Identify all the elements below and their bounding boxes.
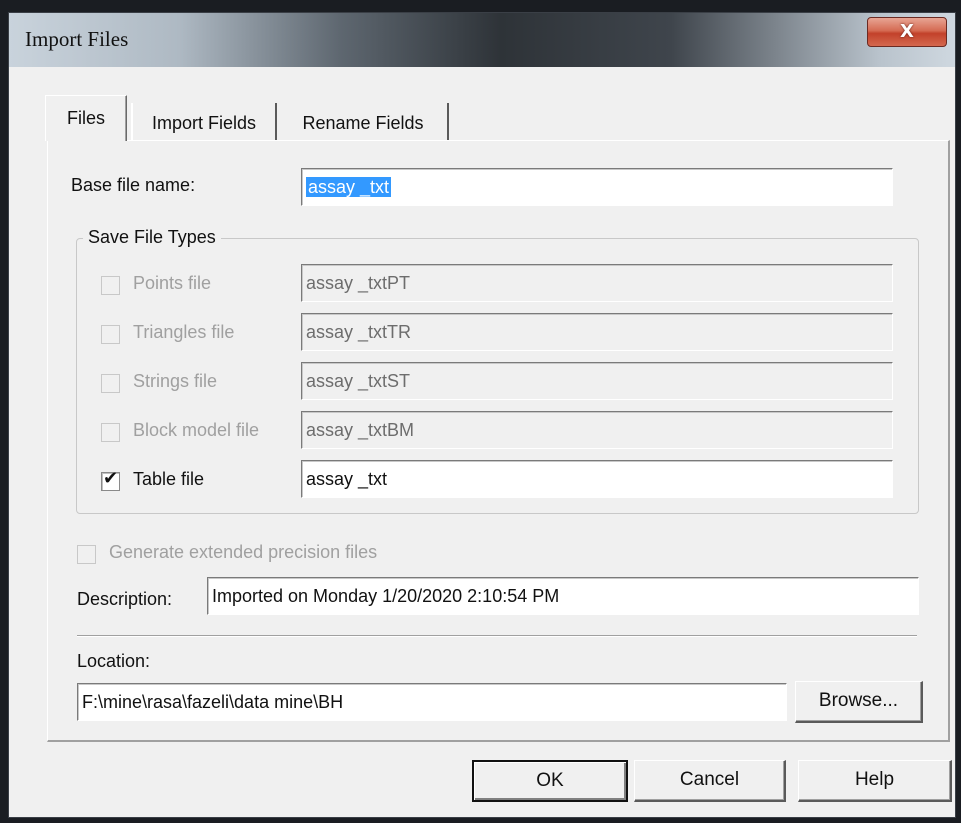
table-file-input[interactable]: assay _txt	[301, 460, 893, 498]
import-files-dialog: Import Files X Files Import Fields Renam…	[8, 12, 956, 818]
description-label: Description:	[77, 589, 173, 609]
extended-precision-checkbox[interactable]	[77, 545, 96, 564]
help-button[interactable]: Help	[798, 760, 952, 802]
strings-file-label: Strings file	[133, 371, 218, 391]
ok-button[interactable]: OK	[472, 760, 628, 802]
extended-precision-label: Generate extended precision files	[109, 542, 378, 562]
separator	[77, 635, 917, 637]
triangles-file-label: Triangles file	[133, 322, 235, 342]
save-file-types-title: Save File Types	[83, 227, 221, 248]
browse-button[interactable]: Browse...	[795, 681, 923, 723]
location-label: Location:	[77, 651, 151, 671]
strings-file-checkbox[interactable]	[101, 374, 120, 393]
points-file-checkbox[interactable]	[101, 276, 120, 295]
base-file-name-input[interactable]: assay _txt	[301, 168, 893, 206]
title-bar[interactable]: Import Files X	[9, 13, 955, 67]
close-button[interactable]: X	[867, 17, 947, 47]
points-file-label: Points file	[133, 273, 212, 293]
triangles-file-input[interactable]: assay _txtTR	[301, 313, 893, 351]
dialog-body: Files Import Fields Rename Fields Base f…	[17, 67, 952, 809]
block-model-file-checkbox[interactable]	[101, 423, 120, 442]
tab-files[interactable]: Files	[45, 95, 127, 141]
points-file-input[interactable]: assay _txtPT	[301, 264, 893, 302]
triangles-file-checkbox[interactable]	[101, 325, 120, 344]
block-model-file-input[interactable]: assay _txtBM	[301, 411, 893, 449]
tab-import-fields[interactable]: Import Fields	[131, 103, 277, 141]
strings-file-input[interactable]: assay _txtST	[301, 362, 893, 400]
table-file-checkbox[interactable]: ✔	[101, 468, 120, 491]
block-model-file-label: Block model file	[133, 420, 260, 440]
close-icon: X	[900, 21, 914, 42]
tab-rename-fields[interactable]: Rename Fields	[279, 103, 449, 141]
base-file-name-value: assay _txt	[306, 177, 392, 197]
table-file-label: Table file	[133, 469, 205, 489]
cancel-button[interactable]: Cancel	[634, 760, 786, 802]
location-input[interactable]: F:\mine\rasa\fazeli\data mine\BH	[77, 683, 787, 721]
checkmark-icon: ✔	[103, 468, 119, 489]
base-file-name-label: Base file name:	[71, 175, 196, 195]
window-title: Import Files	[25, 27, 129, 51]
description-input[interactable]: Imported on Monday 1/20/2020 2:10:54 PM	[207, 577, 919, 615]
